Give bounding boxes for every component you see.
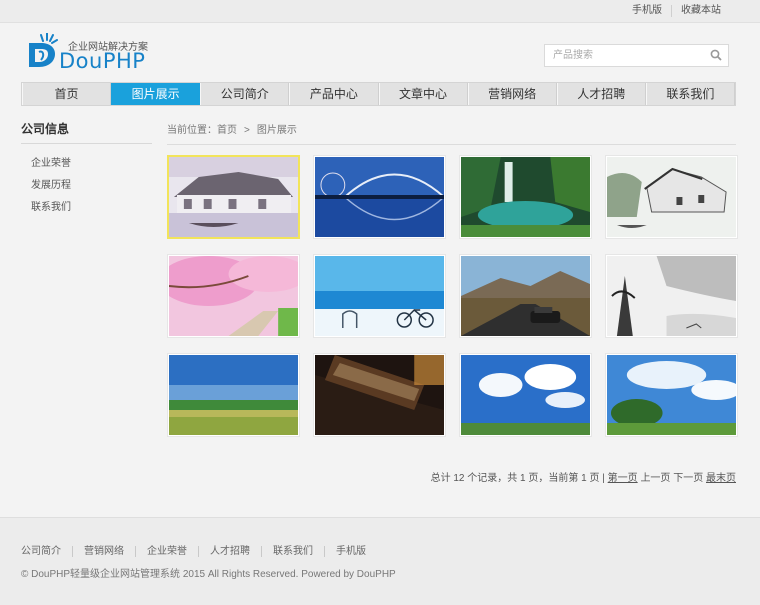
footer-copyright: © DouPHP轻量级企业网站管理系统 2015 All Rights Rese… bbox=[21, 569, 396, 580]
gallery-item[interactable] bbox=[459, 254, 592, 338]
top-bar: 手机版 收藏本站 bbox=[0, 0, 760, 23]
nav-item-jobs[interactable]: 人才招聘 bbox=[556, 83, 646, 105]
green-field-icon bbox=[169, 355, 298, 435]
trees-sky-icon bbox=[607, 355, 736, 435]
gallery-item[interactable] bbox=[167, 155, 300, 239]
beach-bicycle-icon bbox=[315, 256, 444, 336]
search-input[interactable] bbox=[545, 45, 705, 66]
logo-brand: DouPHP bbox=[59, 49, 146, 73]
arch-bridge-icon bbox=[315, 157, 444, 237]
nav-item-products[interactable]: 产品中心 bbox=[289, 83, 379, 105]
mobile-link[interactable]: 手机版 bbox=[623, 5, 671, 17]
pager-last-link[interactable]: 最末页 bbox=[706, 473, 736, 484]
bookmark-link[interactable]: 收藏本站 bbox=[671, 5, 730, 17]
ink-village-icon bbox=[607, 157, 736, 237]
main-nav: 首页 图片展示 公司简介 产品中心 文章中心 营销网络 人才招聘 联系我们 bbox=[21, 82, 736, 106]
nav-item-home[interactable]: 首页 bbox=[22, 83, 112, 105]
footer-link-contact[interactable]: 联系我们 bbox=[261, 546, 324, 557]
blue-sky-clouds-icon bbox=[461, 355, 590, 435]
footer-link-jobs[interactable]: 人才招聘 bbox=[198, 546, 261, 557]
gallery-item[interactable] bbox=[167, 254, 300, 338]
gallery-item[interactable] bbox=[605, 254, 738, 338]
footer-link-network[interactable]: 营销网络 bbox=[72, 546, 135, 557]
pager-next: 下一页 bbox=[673, 473, 704, 484]
search-icon[interactable] bbox=[710, 49, 722, 64]
breadcrumb-prefix: 当前位置： bbox=[167, 125, 217, 136]
gallery-item[interactable] bbox=[313, 155, 446, 239]
sidebar-title: 公司信息 bbox=[21, 120, 152, 144]
travel-sign-icon bbox=[315, 355, 444, 435]
douphp-logo-icon bbox=[29, 33, 58, 67]
sidebar: 公司信息 企业荣誉 发展历程 联系我们 bbox=[21, 120, 152, 222]
sidebar-item-history[interactable]: 发展历程 bbox=[21, 178, 152, 200]
gallery-item[interactable] bbox=[605, 155, 738, 239]
breadcrumb-current: 图片展示 bbox=[256, 125, 297, 136]
gallery-item[interactable] bbox=[313, 254, 446, 338]
breadcrumb-home[interactable]: 首页 bbox=[217, 125, 237, 136]
nav-item-gallery[interactable]: 图片展示 bbox=[111, 83, 201, 105]
waterfall-icon bbox=[461, 157, 590, 237]
watercolor-village-icon bbox=[169, 157, 298, 237]
pager-prev: 上一页 bbox=[640, 473, 671, 484]
nav-item-network[interactable]: 营销网络 bbox=[467, 83, 557, 105]
footer-link-about[interactable]: 公司简介 bbox=[21, 546, 72, 557]
pagination: 总计 12 个记录，共 1 页，当前第 1 页 | 第一页 上一页 下一页 最末… bbox=[431, 469, 736, 484]
gallery-item[interactable] bbox=[605, 353, 738, 437]
site-logo[interactable]: 企业网站解决方案 DouPHP bbox=[27, 33, 157, 73]
pager-first-link[interactable]: 第一页 bbox=[608, 473, 638, 484]
top-links: 手机版 收藏本站 bbox=[623, 5, 730, 17]
ink-landscape-icon bbox=[607, 256, 736, 336]
gallery-item[interactable] bbox=[459, 353, 592, 437]
footer-links: 公司简介 营销网络 企业荣誉 人才招聘 联系我们 手机版 bbox=[21, 546, 377, 557]
nav-item-articles[interactable]: 文章中心 bbox=[378, 83, 468, 105]
search-box bbox=[544, 44, 729, 67]
cherry-blossom-icon bbox=[169, 256, 298, 336]
gallery-item[interactable] bbox=[167, 353, 300, 437]
gallery-item[interactable] bbox=[313, 353, 446, 437]
footer: 公司简介 营销网络 企业荣誉 人才招聘 联系我们 手机版 © DouPHP轻量级… bbox=[0, 517, 760, 605]
sidebar-item-contact[interactable]: 联系我们 bbox=[21, 200, 152, 222]
breadcrumb-separator: > bbox=[244, 125, 250, 136]
sidebar-item-honors[interactable]: 企业荣誉 bbox=[21, 156, 152, 178]
pager-summary: 总计 12 个记录，共 1 页，当前第 1 页 | bbox=[430, 473, 605, 484]
breadcrumb: 当前位置：首页 > 图片展示 bbox=[167, 121, 736, 145]
gallery-item[interactable] bbox=[459, 155, 592, 239]
nav-item-contact[interactable]: 联系我们 bbox=[645, 83, 735, 105]
footer-link-mobile[interactable]: 手机版 bbox=[324, 546, 377, 557]
footer-link-honors[interactable]: 企业荣誉 bbox=[135, 546, 198, 557]
nav-item-about[interactable]: 公司简介 bbox=[200, 83, 290, 105]
mountain-road-car-icon bbox=[461, 256, 590, 336]
